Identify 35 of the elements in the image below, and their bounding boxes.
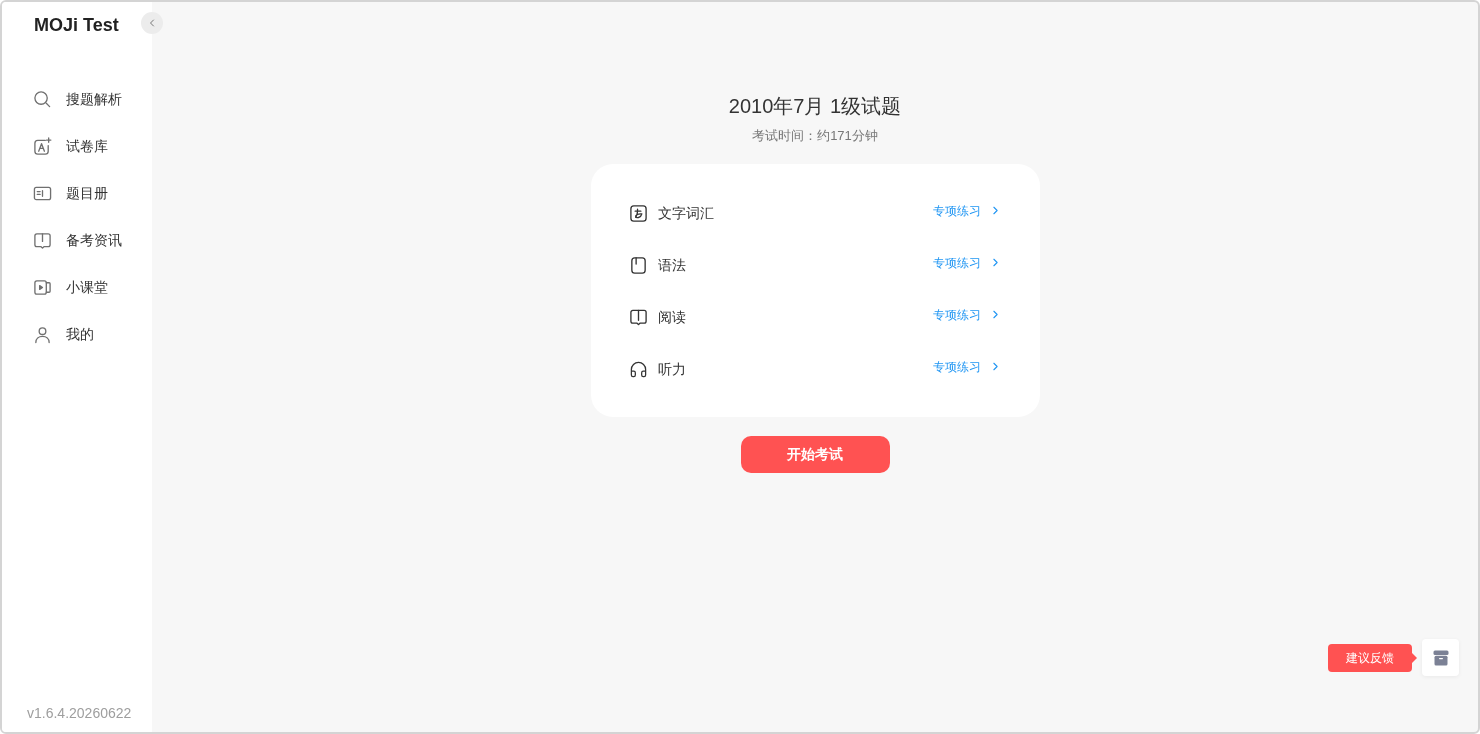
script-tile-icon bbox=[628, 203, 648, 223]
search-icon bbox=[33, 90, 52, 109]
section-label: 听力 bbox=[657, 359, 686, 379]
exam-title: 2010年7月 1级试题 bbox=[728, 94, 902, 119]
book-icon bbox=[628, 255, 648, 275]
exam-duration: 考试时间：约171分钟 bbox=[752, 127, 878, 145]
collapse-button[interactable] bbox=[141, 12, 163, 34]
sidebar-item-label: 我的 bbox=[66, 325, 94, 344]
section-label: 文字词汇 bbox=[657, 203, 714, 223]
sidebar-item-label: 搜题解析 bbox=[66, 90, 122, 109]
letter-tile-icon bbox=[33, 137, 52, 156]
headphones-icon bbox=[628, 359, 648, 379]
play-panel-icon bbox=[33, 278, 52, 297]
section-label: 语法 bbox=[657, 255, 686, 275]
sidebar-item-label: 小课堂 bbox=[66, 278, 108, 297]
box-icon bbox=[1432, 649, 1449, 666]
sidebar-item[interactable]: 题目册 bbox=[33, 170, 144, 217]
sidebar-item[interactable]: 备考资讯 bbox=[33, 217, 144, 264]
sidebar-item-label: 备考资讯 bbox=[66, 231, 122, 250]
sidebar-item[interactable]: 我的 bbox=[33, 311, 144, 358]
sidebar-item-label: 试卷库 bbox=[66, 137, 108, 156]
app-logo: MOJi Test bbox=[34, 15, 119, 35]
section-label: 阅读 bbox=[657, 307, 686, 327]
sidebar-item[interactable]: 搜题解析 bbox=[33, 76, 144, 123]
open-book-icon bbox=[33, 231, 52, 250]
feedback-tooltip: 建议反馈 bbox=[1328, 643, 1412, 672]
sidebar-item[interactable]: 小课堂 bbox=[33, 264, 144, 311]
user-icon bbox=[33, 325, 52, 344]
sidebar-item[interactable]: 试卷库 bbox=[33, 123, 144, 170]
sidebar-item-label: 题目册 bbox=[66, 184, 108, 203]
card-icon bbox=[33, 184, 52, 203]
open-book-icon bbox=[628, 307, 648, 327]
tooltip-pointer-icon bbox=[1412, 652, 1417, 663]
feedback-button[interactable] bbox=[1422, 639, 1459, 676]
version-text: v1.6.4.20260622 bbox=[27, 705, 132, 721]
